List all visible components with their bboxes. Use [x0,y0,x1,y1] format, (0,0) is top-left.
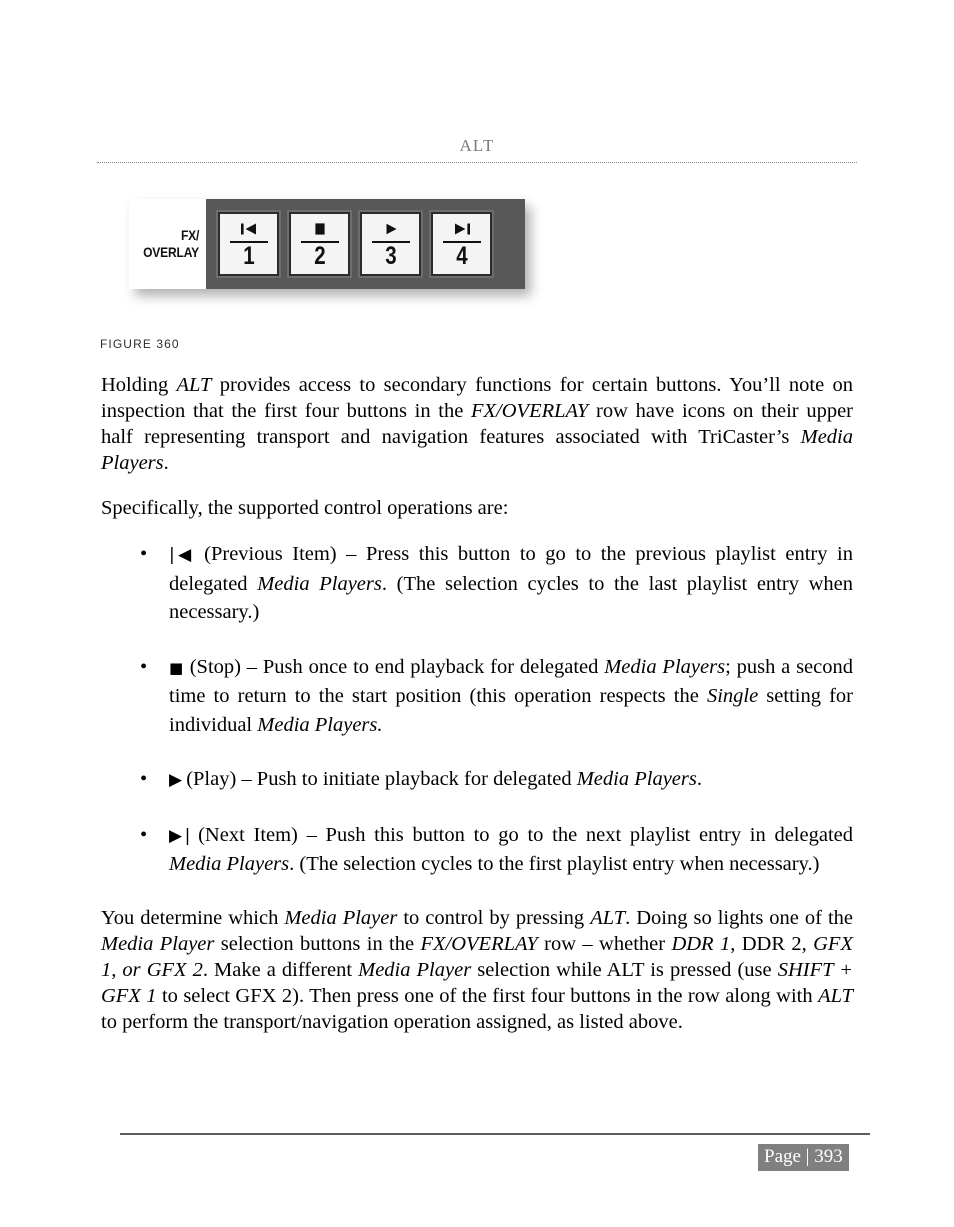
emphasis-alt: ALT [590,906,626,929]
fx-overlay-button-strip: 1 2 3 4 [206,199,504,289]
text-fragment: (Next Item) – Push this button to go to … [189,823,853,846]
play-icon [362,218,419,240]
paragraph-intro: Holding ALT provides access to secondary… [101,372,853,476]
emphasis-media-player-3: Media Player [358,958,472,981]
panel-button-number: 2 [313,242,326,270]
emphasis-media-player-2: Media Player [101,932,215,955]
panel-button-number: 4 [455,242,468,270]
emphasis-media-players: Media Players [169,853,290,875]
bullet-marker: • [140,655,148,678]
emphasis-fx-overlay: FX/OVERLAY [471,400,589,422]
bullet-marker: • [140,543,148,565]
emphasis-media-players: Media Players [576,768,697,790]
text-fragment: row – whether [537,932,672,955]
text-fragment: You determine which [101,906,285,929]
text-fragment: to control by pressing [397,906,591,929]
text-fragment: , DDR 2, [730,932,814,955]
text-fragment: Holding [101,374,177,396]
text-fragment: selection while ALT is pressed (use [471,958,778,981]
fx-overlay-label-line2: OVERLAY [143,244,199,260]
panel-button-number: 3 [384,242,397,270]
bullet-marker: • [140,823,148,846]
fx-overlay-label-block: FX/ OVERLAY [129,199,206,289]
fx-overlay-label-line1: FX/ [180,227,199,243]
paragraph-operations-lead: Specifically, the supported control oper… [101,497,509,519]
list-item-previous-item: • |◀ (Previous Item) – Press this button … [101,540,853,627]
text-fragment: . [696,768,702,790]
panel-button-1[interactable]: 1 [218,212,279,276]
emphasis-media-players-2: Media Players. [257,713,383,736]
header-divider-rule [97,162,857,163]
list-item-play: • ▶ (Play) – Push to initiate playback fo… [101,765,853,795]
figure-360: FX/ OVERLAY 1 2 3 4 [129,199,525,289]
next-item-icon: ▶| [169,825,190,846]
text-fragment: selection buttons in the [214,932,421,955]
emphasis-ddr1: DDR 1 [671,932,731,955]
list-item-stop: • ■ (Stop) – Push once to end playback fo… [101,653,853,740]
next-item-icon [433,218,490,240]
panel-button-2[interactable]: 2 [289,212,350,276]
control-operations-list: • |◀ (Previous Item) – Press this button … [101,540,853,879]
emphasis-media-players: Media Players [604,655,726,678]
figure-caption: FIGURE 360 [100,337,180,351]
emphasis-single: Single [706,685,759,707]
panel-button-number: 1 [242,242,255,270]
document-body: Holding ALT provides access to secondary… [101,372,853,1054]
stop-icon [291,218,348,240]
emphasis-alt: ALT [176,374,212,396]
header-title: ALT [459,136,495,155]
panel-button-3[interactable]: 3 [360,212,421,276]
text-fragment: . (The selection cycles to the first pla… [289,853,820,875]
text-fragment: to select GFX 2). Then press one of the … [156,984,819,1007]
running-header: ALT [0,136,954,156]
panel-button-4[interactable]: 4 [431,212,492,276]
text-fragment: to perform the transport/navigation oper… [101,1010,683,1033]
page-number-badge: Page | 393 [758,1144,849,1171]
bullet-marker: • [140,768,148,790]
emphasis-fx-overlay: FX/OVERLAY [420,932,538,955]
text-fragment: . Doing so lights one of the [625,906,854,929]
text-fragment: . [163,452,169,474]
stop-icon: ■ [169,658,184,677]
list-item-next-item: • ▶| (Next Item) – Push this button to go… [101,821,853,879]
play-icon: ▶ [169,770,182,790]
previous-item-icon: |◀ [169,545,196,565]
paragraph-delegation: You determine which Media Player to cont… [101,905,853,1035]
previous-item-icon [220,218,277,240]
footer-divider-rule [120,1133,870,1135]
emphasis-media-player: Media Player [284,906,398,929]
text-fragment: (Play) – Push to initiate playback for d… [181,768,577,790]
text-fragment: (Stop) – Push once to end playback for d… [183,655,605,678]
fx-overlay-control-panel: FX/ OVERLAY 1 2 3 4 [129,199,525,289]
emphasis-media-players: Media Players [257,572,382,595]
emphasis-alt-2: ALT [818,984,853,1007]
text-fragment: . Make a different [202,958,359,981]
